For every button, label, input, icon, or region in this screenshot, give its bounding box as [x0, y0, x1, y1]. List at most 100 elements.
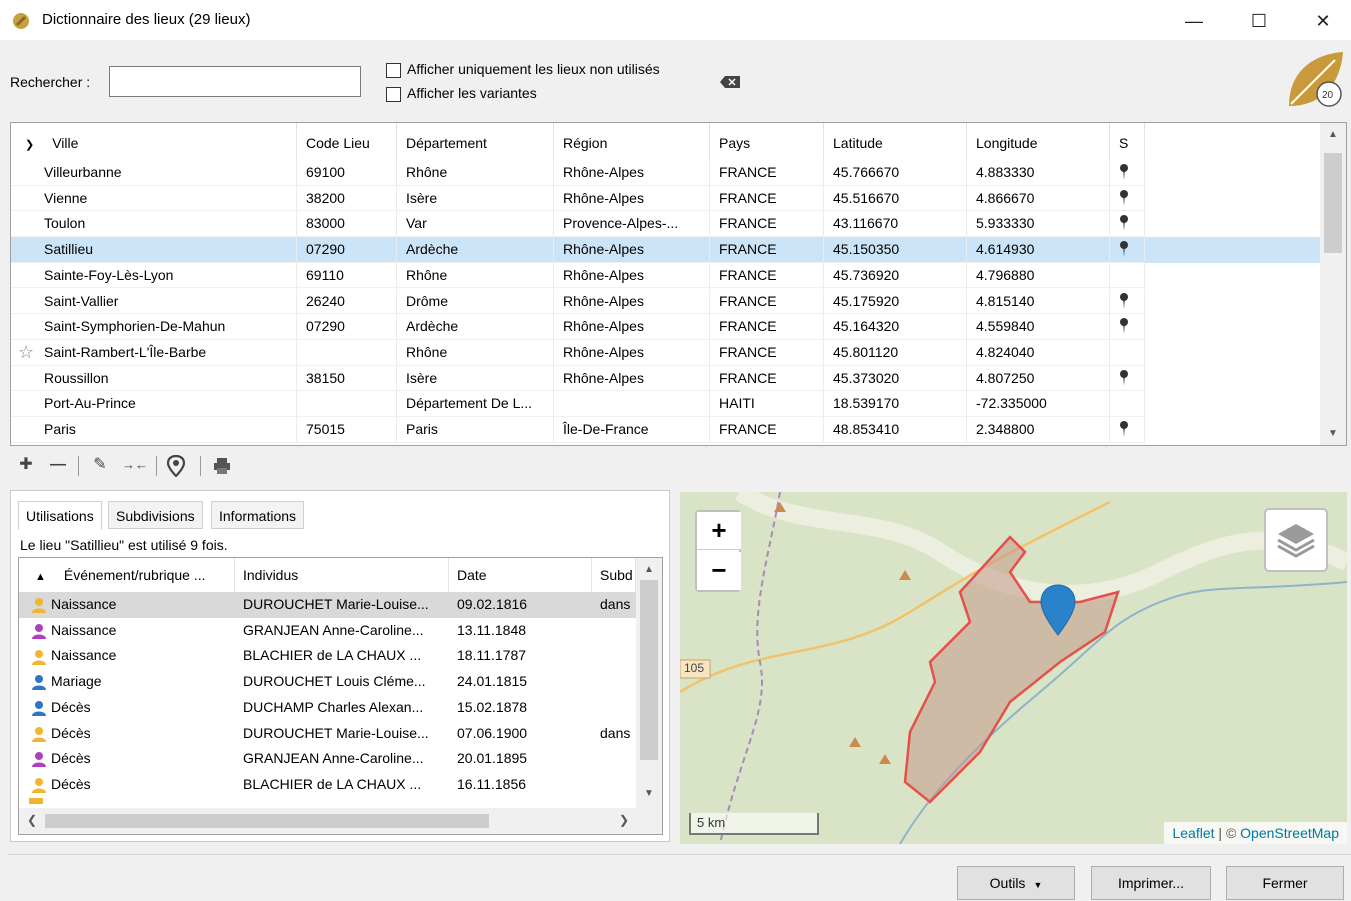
scroll-thumb[interactable] [640, 580, 658, 760]
caret-down-icon: ▼ [1033, 880, 1043, 890]
zoom-out-button[interactable]: − [697, 552, 741, 590]
usages-grid: ▲ Événement/rubrique ... Individus Date S… [18, 557, 663, 835]
cell-person: GRANJEAN Anne-Caroline... [243, 621, 424, 638]
close-button[interactable]: Fermer [1226, 866, 1344, 900]
cell-subd [592, 618, 636, 644]
col-header-s[interactable]: S [1110, 123, 1145, 163]
variants-checkbox[interactable] [386, 87, 401, 102]
subcol-header-subd[interactable]: Subd [592, 558, 636, 592]
subcol-header-event[interactable]: ▲ Événement/rubrique ... [19, 558, 235, 592]
osm-link[interactable]: OpenStreetMap [1240, 825, 1339, 841]
cell-date: 18.11.1787 [457, 647, 527, 664]
col-header-code[interactable]: Code Lieu [297, 123, 397, 163]
table-row[interactable]: Roussillon 38150 Isère Rhône-Alpes FRANCE 45.… [11, 365, 1321, 392]
scroll-up-icon[interactable]: ▲ [644, 564, 654, 575]
window-title: Dictionnaire des lieux (29 lieux) [42, 11, 251, 28]
usage-row[interactable]: Mariage DUROUCHET Louis Cléme... 24.01.181… [19, 669, 636, 695]
cell-s [1110, 185, 1145, 212]
usage-row[interactable]: Décès DUROUCHET Marie-Louise... 07.06.1900… [19, 721, 636, 747]
usage-row[interactable]: Décès DUCHAMP Charles Alexan... 15.02.1878 [19, 695, 636, 721]
minimize-button[interactable]: — [1171, 6, 1217, 36]
usage-row[interactable]: Décès BLACHIER de LA CHAUX ... 16.11.1856 [19, 772, 636, 798]
usage-row[interactable]: Naissance DUROUCHET Marie-Louise... 09.02.… [19, 592, 636, 618]
pin-icon [1120, 241, 1128, 258]
map-pin-icon[interactable] [166, 455, 186, 477]
usage-row[interactable]: Naissance GRANJEAN Anne-Caroline... 13.11.… [19, 618, 636, 644]
table-row[interactable]: Toulon 83000 Var Provence-Alpes-... FRANCE 43… [11, 211, 1321, 238]
leaflet-link[interactable]: Leaflet [1172, 825, 1214, 841]
cell-ville: Port-Au-Prince [11, 391, 297, 417]
clear-search-icon[interactable] [720, 76, 740, 88]
tab-utilisations[interactable]: Utilisations [18, 501, 102, 530]
col-header-pays[interactable]: Pays [710, 123, 824, 163]
edit-pencil-icon[interactable]: ✎ [88, 450, 112, 480]
layers-button[interactable] [1264, 508, 1328, 572]
scroll-right-icon[interactable]: ❯ [619, 813, 629, 827]
col-header-departement[interactable]: Département [397, 123, 554, 163]
zoom-in-button[interactable]: + [697, 512, 741, 550]
scroll-down-icon[interactable]: ▼ [644, 788, 654, 799]
maximize-button[interactable]: ☐ [1236, 6, 1282, 36]
star-icon: ☆ [18, 341, 35, 362]
table-row[interactable]: Port-Au-Prince Département De L... HAITI 18… [11, 391, 1321, 417]
subgrid-horizontal-scrollbar[interactable]: ❮ ❯ [19, 808, 662, 834]
table-row[interactable]: Paris 75015 Paris Île-De-France FRANCE 48.853… [11, 417, 1321, 443]
add-icon[interactable]: ✚ [14, 450, 38, 480]
cell-s [1110, 391, 1145, 417]
table-row[interactable]: Saint-Symphorien-De-Mahun 07290 Ardèche Rhô… [11, 314, 1321, 340]
map-marker-icon[interactable] [1040, 584, 1076, 636]
cell-region [554, 391, 710, 417]
unused-only-label: Afficher uniquement les lieux non utilis… [407, 61, 660, 77]
col-header-region[interactable]: Région [554, 123, 710, 163]
cell-code: 69110 [297, 262, 397, 289]
person-icon [32, 726, 46, 742]
tab-subdivisions[interactable]: Subdivisions [108, 501, 203, 529]
usage-row[interactable]: Naissance BLACHIER de LA CHAUX ... 18.11.1… [19, 643, 636, 669]
scroll-thumb[interactable] [1324, 153, 1342, 253]
unused-only-checkbox[interactable] [386, 63, 401, 78]
subcol-header-individus[interactable]: Individus [235, 558, 449, 592]
scroll-left-icon[interactable]: ❮ [27, 813, 37, 827]
cell-code: 83000 [297, 211, 397, 238]
cell-date: 16.11.1856 [457, 775, 527, 792]
cell-ville: Saint-Vallier [11, 288, 297, 315]
search-input[interactable] [109, 66, 361, 97]
cell-code: 69100 [297, 160, 397, 186]
print-button[interactable]: Imprimer... [1091, 866, 1211, 900]
col-header-latitude[interactable]: Latitude [824, 123, 967, 163]
table-row[interactable]: Saint-Vallier 26240 Drôme Rhône-Alpes FRANCE… [11, 288, 1321, 315]
cell-person: DUROUCHET Marie-Louise... [243, 596, 429, 612]
cell-dept: Isère [397, 185, 554, 212]
cell-ville: Toulon [11, 211, 297, 238]
col-header-longitude[interactable]: Longitude [967, 123, 1110, 163]
tools-button[interactable]: Outils ▼ [957, 866, 1075, 900]
title-bar: Dictionnaire des lieux (29 lieux) — ☐ ✕ [0, 0, 1351, 40]
scroll-up-icon[interactable]: ▲ [1328, 129, 1338, 140]
table-row[interactable]: Villeurbanne 69100 Rhône Rhône-Alpes FRANCE 4… [11, 160, 1321, 186]
table-row[interactable]: Saint-Rambert-L'Île-Barbe Rhône Rhône-Alpe… [11, 339, 1321, 366]
hscroll-thumb[interactable] [45, 814, 489, 828]
map-view[interactable]: 105 + − 5 km Leaflet | © OpenStreetMap [680, 492, 1347, 844]
tab-informations[interactable]: Informations [211, 501, 305, 529]
table-row[interactable]: Sainte-Foy-Lès-Lyon 69110 Rhône Rhône-Alpes… [11, 262, 1321, 289]
remove-icon[interactable]: — [46, 450, 70, 480]
col-header-ville[interactable]: ❯ Ville [11, 123, 297, 163]
grid-vertical-scrollbar[interactable]: ▲ ▼ [1320, 123, 1346, 445]
merge-icon[interactable]: →← [122, 450, 148, 480]
print-icon[interactable] [213, 457, 231, 475]
table-row[interactable]: Vienne 38200 Isère Rhône-Alpes FRANCE 45.5166… [11, 185, 1321, 212]
cell-subd: dans [600, 596, 631, 612]
cell-code: 75015 [297, 417, 397, 443]
cell-pays: FRANCE [710, 314, 824, 340]
table-row[interactable]: Satillieu 07290 Ardèche Rhône-Alpes FRANCE 45… [11, 237, 1321, 263]
cell-person: DUROUCHET Louis Cléme... [243, 673, 426, 690]
subgrid-vertical-scrollbar[interactable]: ▲ ▼ [636, 558, 662, 808]
person-icon [32, 778, 46, 794]
usage-row[interactable]: Décès GRANJEAN Anne-Caroline... 20.01.1895 [19, 746, 636, 772]
app-logo-icon: 20 [1289, 52, 1343, 107]
close-window-button[interactable]: ✕ [1300, 6, 1346, 36]
cell-lon: 4.815140 [967, 288, 1110, 315]
scroll-down-icon[interactable]: ▼ [1328, 428, 1338, 439]
cell-pays: HAITI [710, 391, 824, 417]
subcol-header-date[interactable]: Date [449, 558, 592, 592]
